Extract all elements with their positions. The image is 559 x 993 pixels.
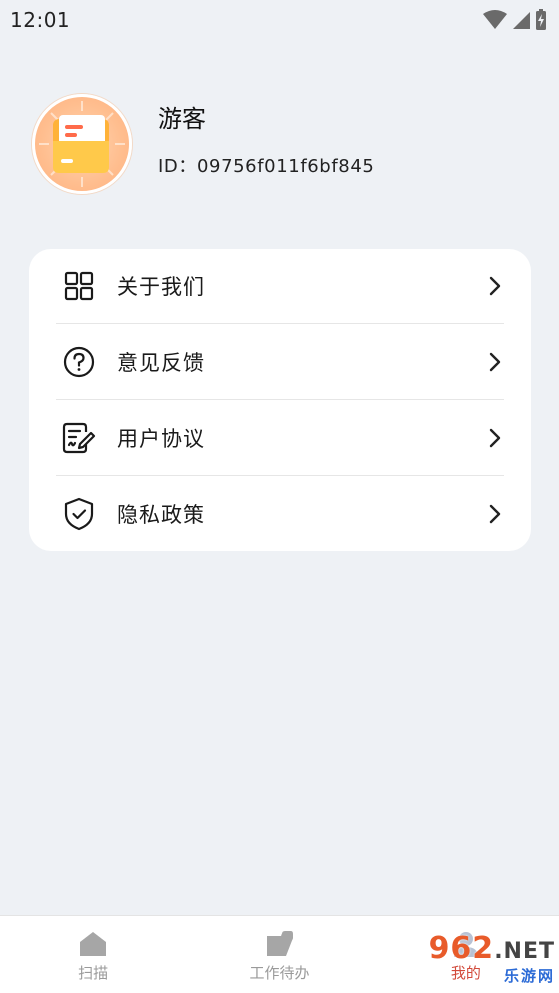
wifi-icon: [483, 10, 507, 30]
menu-item-label: 用户协议: [117, 426, 205, 451]
profile-header: 游客 ID：09756f011f6bf845: [32, 94, 532, 194]
tab-work-todo[interactable]: 工作待办: [186, 916, 372, 993]
signal-icon: [511, 10, 531, 30]
menu-card: 关于我们 意见反馈 用户协议 隐私政策: [29, 249, 531, 551]
tab-label: 工作待办: [249, 964, 310, 982]
menu-item-label: 隐私政策: [117, 502, 205, 527]
chevron-right-icon: [486, 503, 504, 525]
document-edit-icon: [61, 420, 97, 456]
status-icons: [483, 9, 547, 31]
chevron-right-icon: [486, 351, 504, 373]
profile-id: ID：09756f011f6bf845: [158, 156, 375, 177]
tab-label: 我的: [450, 964, 481, 982]
person-icon: [451, 930, 481, 958]
menu-item-about-us[interactable]: 关于我们: [56, 249, 504, 323]
home-icon: [78, 930, 108, 958]
tab-mine[interactable]: 我的: [373, 916, 559, 993]
menu-item-label: 意见反馈: [117, 350, 205, 375]
tab-scan[interactable]: 扫描: [0, 916, 186, 993]
chevron-right-icon: [486, 275, 504, 297]
status-time: 12:01: [10, 8, 71, 32]
shield-check-icon: [61, 496, 97, 532]
menu-item-privacy-policy[interactable]: 隐私政策: [56, 475, 504, 551]
menu-item-label: 关于我们: [117, 275, 205, 299]
question-circle-icon: [61, 344, 97, 380]
battery-icon: [535, 9, 547, 31]
status-bar: 12:01: [0, 0, 559, 40]
grid-icon: [61, 268, 97, 304]
tab-label: 扫描: [78, 964, 109, 982]
menu-item-feedback[interactable]: 意见反馈: [56, 323, 504, 399]
chevron-right-icon: [486, 427, 504, 449]
profile-text: 游客 ID：09756f011f6bf845: [158, 105, 375, 178]
task-icon: [264, 930, 294, 958]
avatar[interactable]: [32, 94, 132, 194]
menu-item-user-agreement[interactable]: 用户协议: [56, 399, 504, 475]
folder-avatar-icon: [39, 101, 125, 187]
bottom-tab-bar: 扫描 工作待办 我的: [0, 915, 559, 993]
profile-name: 游客: [158, 105, 206, 133]
